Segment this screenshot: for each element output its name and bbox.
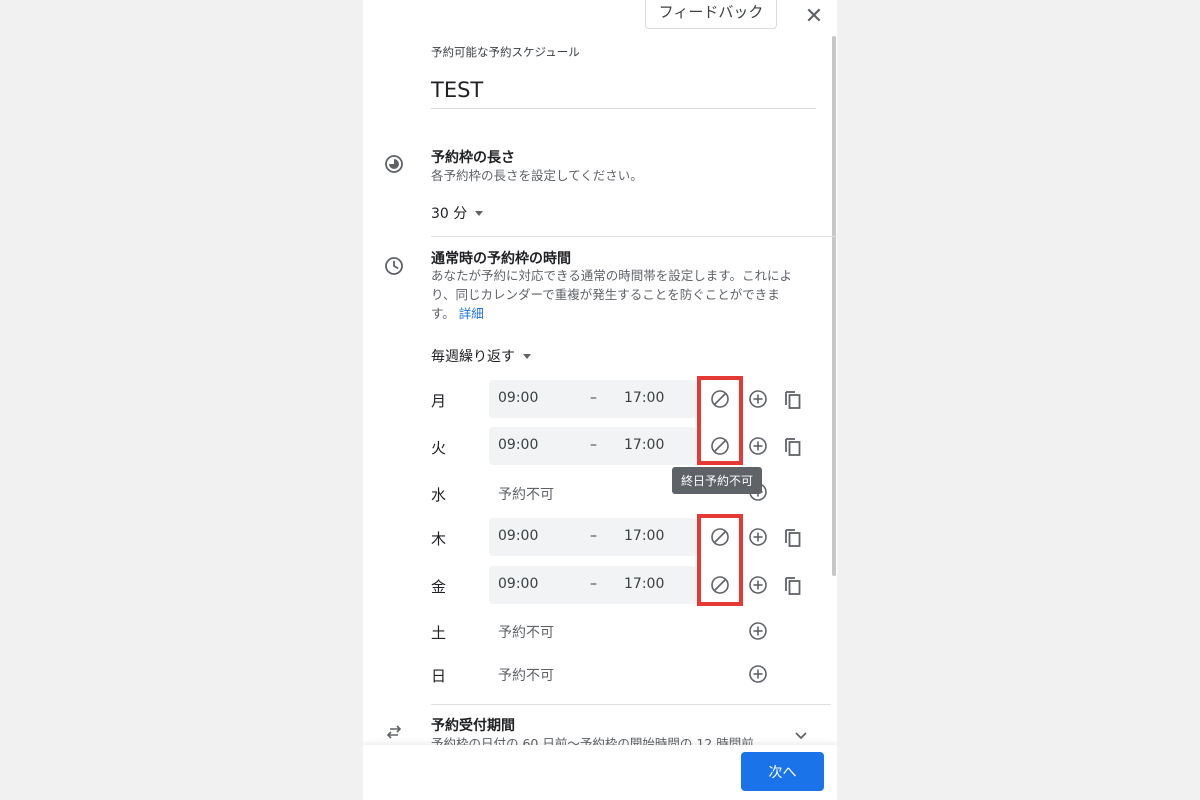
copy-icon[interactable] xyxy=(781,434,805,458)
divider xyxy=(431,704,831,705)
description-line: り、同じカレンダーで重複が発生することを防ぐことができま xyxy=(431,287,780,302)
add-circle-icon[interactable] xyxy=(746,619,770,643)
details-link[interactable]: 詳細 xyxy=(459,306,484,321)
end-time-input[interactable]: 17:00 xyxy=(624,528,664,544)
end-time-input[interactable]: 17:00 xyxy=(624,437,664,453)
add-circle-icon[interactable] xyxy=(746,434,770,458)
start-time-input[interactable]: 09:00 xyxy=(498,576,538,592)
slot-length-dropdown[interactable]: 30 分 xyxy=(431,203,484,223)
description-line: あなたが予約に対応できる通常の時間帯を設定します。これによ xyxy=(431,268,793,283)
feedback-button[interactable]: フィードバック xyxy=(645,0,777,29)
day-label-sat: 土 xyxy=(431,624,447,642)
day-label-sun: 日 xyxy=(431,667,447,685)
scrollbar[interactable] xyxy=(832,36,836,576)
end-time-input[interactable]: 17:00 xyxy=(624,576,664,592)
add-circle-icon[interactable] xyxy=(746,387,770,411)
block-icon[interactable] xyxy=(708,434,732,458)
availability-description: あなたが予約に対応できる通常の時間帯を設定します。これによ り、同じカレンダーで… xyxy=(431,266,831,323)
close-icon[interactable]: ✕ xyxy=(803,6,825,28)
slot-length-value: 30 分 xyxy=(431,206,468,222)
repeat-value: 毎週繰り返す xyxy=(431,349,515,365)
add-circle-icon[interactable] xyxy=(746,573,770,597)
time-separator: – xyxy=(590,576,597,592)
tooltip: 終日予約不可 xyxy=(672,467,763,494)
time-range-thu: 09:00 – 17:00 xyxy=(489,518,697,556)
day-label-wed: 水 xyxy=(431,486,447,504)
chevron-down-icon[interactable] xyxy=(793,727,809,746)
caret-down-icon xyxy=(523,353,531,359)
block-icon[interactable] xyxy=(708,387,732,411)
description-line: す。 xyxy=(431,306,455,321)
start-time-input[interactable]: 09:00 xyxy=(498,437,538,453)
divider xyxy=(431,236,837,237)
add-circle-icon[interactable] xyxy=(746,525,770,549)
day-label-mon: 月 xyxy=(431,392,447,410)
copy-icon[interactable] xyxy=(781,525,805,549)
block-icon[interactable] xyxy=(708,573,732,597)
swap-horiz-icon xyxy=(384,722,404,746)
start-time-input[interactable]: 09:00 xyxy=(498,528,538,544)
availability-title: 通常時の予約枠の時間 xyxy=(431,251,571,267)
unavailable-text: 予約不可 xyxy=(498,487,554,503)
schedule-title-label: 予約可能な予約スケジュール xyxy=(431,45,580,59)
day-label-thu: 木 xyxy=(431,530,447,548)
block-icon[interactable] xyxy=(708,525,732,549)
unavailable-text: 予約不可 xyxy=(498,668,554,684)
time-separator: – xyxy=(590,437,597,453)
schedule-title-input[interactable]: TEST xyxy=(431,78,816,109)
copy-icon[interactable] xyxy=(781,573,805,597)
start-time-input[interactable]: 09:00 xyxy=(498,390,538,406)
booking-window-title: 予約受付期間 xyxy=(431,718,515,734)
time-range-fri: 09:00 – 17:00 xyxy=(489,566,697,604)
time-separator: – xyxy=(590,528,597,544)
end-time-input[interactable]: 17:00 xyxy=(624,390,664,406)
time-range-tue: 09:00 – 17:00 xyxy=(489,427,697,465)
add-circle-icon[interactable] xyxy=(746,662,770,686)
slot-length-title: 予約枠の長さ xyxy=(431,150,515,166)
next-button[interactable]: 次へ xyxy=(741,752,824,791)
day-label-tue: 火 xyxy=(431,439,447,457)
repeat-dropdown[interactable]: 毎週繰り返す xyxy=(431,346,531,366)
timelapse-icon xyxy=(384,154,404,178)
copy-icon[interactable] xyxy=(781,387,805,411)
time-separator: – xyxy=(590,390,597,406)
clock-icon xyxy=(384,256,404,280)
day-label-fri: 金 xyxy=(431,578,447,596)
time-range-mon: 09:00 – 17:00 xyxy=(489,380,697,418)
caret-down-icon xyxy=(475,210,484,216)
slot-length-description: 各予約枠の長さを設定してください。 xyxy=(431,168,643,183)
unavailable-text: 予約不可 xyxy=(498,625,554,641)
side-panel: フィードバック ✕ 予約可能な予約スケジュール TEST 予約枠の長さ 各予約枠… xyxy=(363,0,837,800)
